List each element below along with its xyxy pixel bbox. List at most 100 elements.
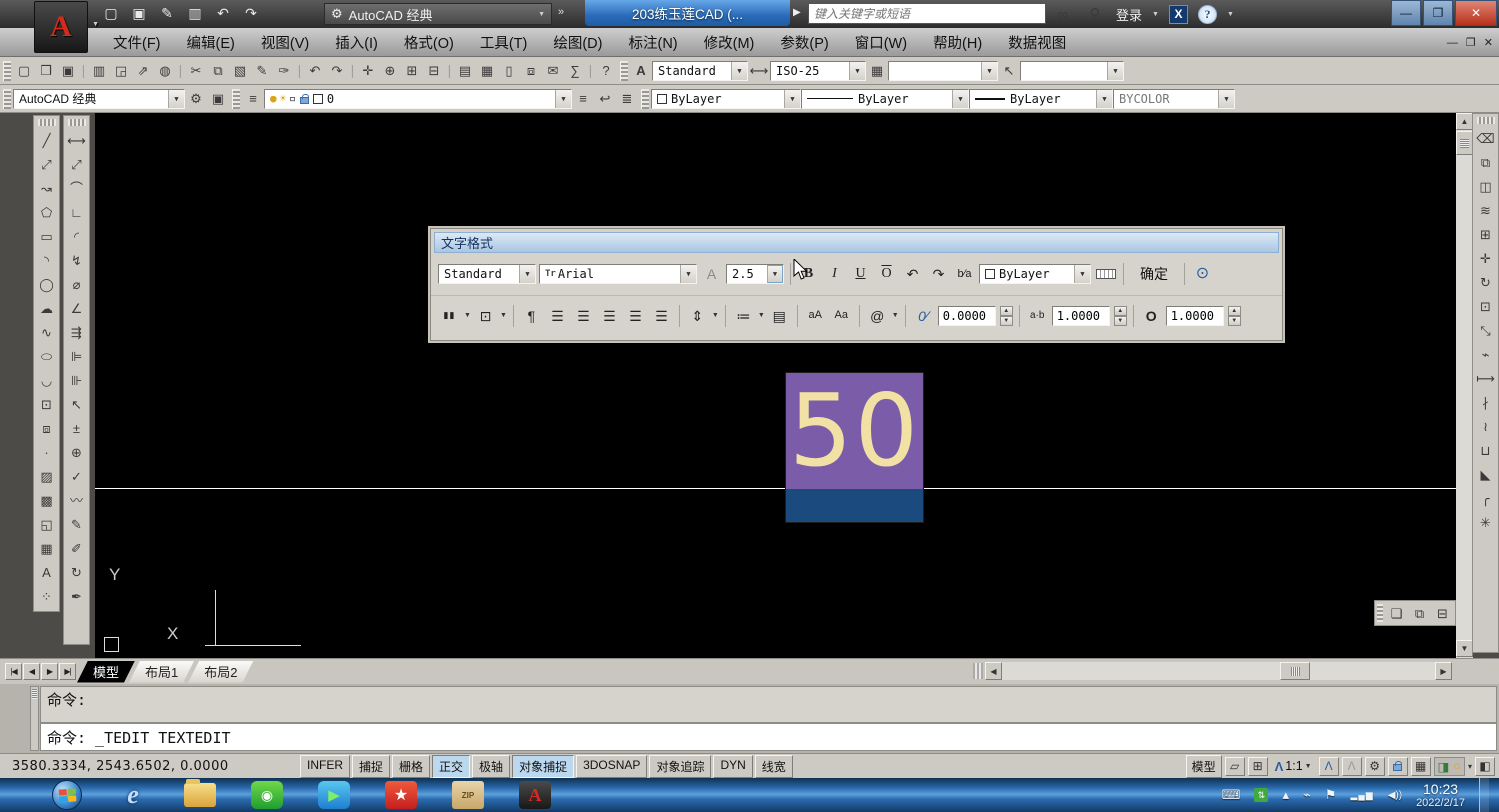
paper-space-icon[interactable]: ▱ bbox=[1225, 757, 1245, 776]
toggle-INFER[interactable]: INFER bbox=[300, 755, 350, 778]
workspace-combo[interactable]: AutoCAD 经典 ▼ bbox=[13, 89, 185, 109]
menu-item[interactable]: 编辑(E) bbox=[174, 28, 248, 56]
width-factor-field[interactable]: 1.0000 bbox=[1166, 306, 1224, 326]
my-workspace-icon[interactable]: ▣ bbox=[207, 88, 229, 110]
vertical-scrollbar[interactable]: ▲ ▼ bbox=[1456, 113, 1473, 658]
menu-item[interactable]: 帮助(H) bbox=[920, 28, 995, 56]
menu-item[interactable]: 视图(V) bbox=[248, 28, 322, 56]
symbol-button[interactable]: @ bbox=[866, 304, 889, 327]
chevron-down-icon[interactable]: ▼ bbox=[892, 312, 899, 319]
stack-button[interactable]: b∕a bbox=[953, 263, 976, 286]
search-input[interactable] bbox=[808, 3, 1046, 24]
usb-device-icon[interactable]: ⇅ bbox=[1254, 788, 1268, 802]
modify-break-button[interactable]: ≀ bbox=[1474, 414, 1498, 438]
options-menu-button[interactable]: ⊙ bbox=[1191, 263, 1214, 286]
horizontal-scrollbar[interactable]: ◀ ▶ bbox=[985, 662, 1452, 680]
chevron-down-icon[interactable]: ▼ bbox=[1218, 90, 1234, 108]
menu-item[interactable]: 绘图(D) bbox=[540, 28, 615, 56]
mtext-justification-button[interactable]: ⊡ bbox=[474, 304, 497, 327]
standard-pan-button[interactable]: ✛ bbox=[357, 60, 379, 82]
overline-button[interactable]: O bbox=[875, 263, 898, 286]
text-style-combo[interactable]: Standard ▼ bbox=[652, 61, 748, 81]
toolbar-lock-icon[interactable] bbox=[1388, 757, 1408, 776]
chevron-down-icon[interactable]: ▼ bbox=[464, 312, 471, 319]
toggle-DYN[interactable]: DYN bbox=[713, 755, 752, 778]
modify-join-button[interactable]: ⊔ bbox=[1474, 438, 1498, 462]
chevron-down-icon[interactable]: ▼ bbox=[712, 312, 719, 319]
draw-table-button[interactable]: ▦ bbox=[35, 536, 59, 560]
modify-erase-button[interactable]: ⌫ bbox=[1474, 126, 1498, 150]
lowercase-button[interactable]: Aa bbox=[830, 304, 853, 327]
linetype-combo[interactable]: ByLayer ▼ bbox=[801, 89, 969, 109]
doc-minimize-icon[interactable]: — bbox=[1447, 37, 1458, 49]
minimize-button[interactable]: — bbox=[1391, 0, 1421, 26]
standard-copy-button[interactable]: ⧉ bbox=[207, 60, 229, 82]
undo-button[interactable]: ↶ bbox=[901, 263, 924, 286]
title-next-arrow-icon[interactable]: ▶ bbox=[793, 7, 801, 18]
workspace-switcher[interactable]: ⚙ AutoCAD 经典 ▼ bbox=[324, 3, 552, 25]
status-menu-chevron-icon[interactable]: ▾ bbox=[1468, 762, 1472, 771]
qat-plot-button[interactable]: ▥ bbox=[184, 2, 206, 24]
standard-match-properties-button[interactable]: ✎ bbox=[251, 60, 273, 82]
standard-tool-palettes-button[interactable]: ▯ bbox=[498, 60, 520, 82]
standard-open-button[interactable]: ❒ bbox=[35, 60, 57, 82]
draw-arc-button[interactable]: ◝ bbox=[35, 248, 59, 272]
tracking-field[interactable]: 1.0000 bbox=[1052, 306, 1110, 326]
chevron-down-icon[interactable]: ▼ bbox=[849, 62, 865, 80]
draw-point-style-button[interactable]: ⁘ bbox=[35, 584, 59, 608]
layer-on-bulb-icon[interactable]: ● bbox=[270, 92, 277, 105]
annotation-scale-control[interactable]: Λ 1:1 ▼ bbox=[1271, 758, 1316, 775]
modify-break-at-point-button[interactable]: ∤ bbox=[1474, 390, 1498, 414]
standard-sheet-set-manager-button[interactable]: ⧈ bbox=[520, 60, 542, 82]
tab-nav-next-button[interactable]: ▶ bbox=[41, 663, 58, 680]
spin-up-icon[interactable]: ▲ bbox=[1228, 306, 1241, 316]
layer-viewport-icon[interactable]: ▫ bbox=[289, 92, 296, 105]
drawing-canvas[interactable]: 50 Y X ❏⧉⊟ 文字格式 Standard ▼ bbox=[95, 113, 1456, 658]
volume-icon[interactable]: ◀)) bbox=[1388, 790, 1402, 801]
spin-up-icon[interactable]: ▲ bbox=[1114, 306, 1127, 316]
dimension-style-combo[interactable]: ISO-25 ▼ bbox=[770, 61, 866, 81]
menu-item[interactable]: 数据视图 bbox=[995, 28, 1079, 56]
standard-zoom-previous-button[interactable]: ⊟ bbox=[423, 60, 445, 82]
oblique-angle-field[interactable]: 0.0000 bbox=[938, 306, 996, 326]
chevron-down-icon[interactable]: ▼ bbox=[500, 312, 507, 319]
chevron-down-icon[interactable]: ▼ bbox=[1227, 11, 1234, 18]
plot-style-combo[interactable]: BYCOLOR ▼ bbox=[1113, 89, 1235, 109]
modify-rotate-button[interactable]: ↻ bbox=[1474, 270, 1498, 294]
auto-annotation-scale-icon[interactable]: Λ bbox=[1342, 757, 1362, 776]
chevron-down-icon[interactable]: ▼ bbox=[1096, 90, 1112, 108]
qat-save-button[interactable]: ▣ bbox=[128, 2, 150, 24]
qat-undo-button[interactable]: ↶ bbox=[212, 2, 234, 24]
line-spacing-button[interactable]: ⇕ bbox=[686, 304, 709, 327]
menu-item[interactable]: 参数(P) bbox=[767, 28, 841, 56]
modify-move-button[interactable]: ✛ bbox=[1474, 246, 1498, 270]
standard-quickcalc-button[interactable]: ∑ bbox=[564, 60, 586, 82]
dimension-baseline-button[interactable]: ⊫ bbox=[65, 344, 89, 368]
modify-stretch-button[interactable]: ⤡ bbox=[1474, 318, 1498, 342]
modify-array-button[interactable]: ⊞ bbox=[1474, 222, 1498, 246]
modify-extend-button[interactable]: ⟼ bbox=[1474, 366, 1498, 390]
restore-button[interactable]: ❐ bbox=[1423, 0, 1453, 26]
layer-color-swatch[interactable] bbox=[313, 94, 323, 104]
menu-item[interactable]: 窗口(W) bbox=[842, 28, 920, 56]
sogou-browser-icon[interactable]: ★ bbox=[385, 781, 417, 809]
dimension-quick-dimension-button[interactable]: ⇶ bbox=[65, 320, 89, 344]
modify-explode-button[interactable]: ✳ bbox=[1474, 510, 1498, 534]
dimension-quick-leader-button[interactable]: ↖ bbox=[65, 392, 89, 416]
chevron-down-icon[interactable]: ▼ bbox=[1074, 265, 1090, 283]
dimension-aligned-button[interactable]: ⤢ bbox=[65, 152, 89, 176]
application-menu-button[interactable]: A ▼ bbox=[34, 1, 88, 53]
dimension-linear-button[interactable]: ⟷ bbox=[65, 128, 89, 152]
draw-ellipse-button[interactable]: ⬭ bbox=[35, 344, 59, 368]
layer-properties-manager-icon[interactable]: ≡ bbox=[242, 88, 264, 110]
chevron-down-icon[interactable]: ▼ bbox=[758, 312, 765, 319]
menu-item[interactable]: 格式(O) bbox=[391, 28, 467, 56]
action-center-flag-icon[interactable]: ⚑ bbox=[1325, 787, 1337, 803]
spin-down-icon[interactable]: ▼ bbox=[1114, 316, 1127, 326]
chevron-down-icon[interactable]: ▼ bbox=[767, 265, 783, 283]
chevron-down-icon[interactable]: ▼ bbox=[731, 62, 747, 80]
tab-nav-last-button[interactable]: ▶| bbox=[59, 663, 76, 680]
dialog-title[interactable]: 文字格式 bbox=[434, 232, 1279, 253]
bring-to-front-button[interactable]: ❏ bbox=[1385, 602, 1408, 624]
width-factor-spinner[interactable]: ▲▼ bbox=[1228, 306, 1241, 326]
